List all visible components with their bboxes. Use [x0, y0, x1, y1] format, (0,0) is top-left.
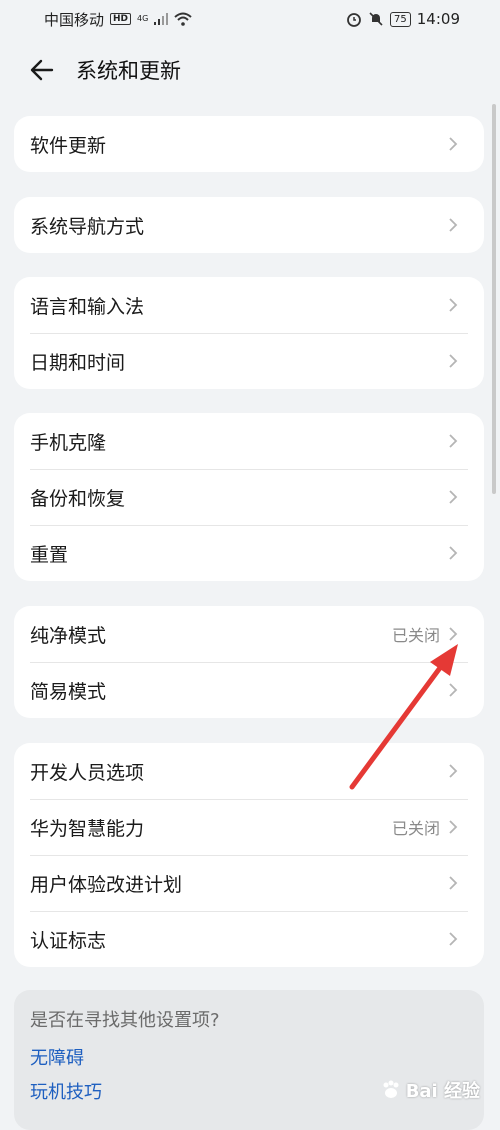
- back-arrow-icon[interactable]: [28, 56, 56, 84]
- settings-item-status: 已关闭: [391, 819, 440, 838]
- network-type: 4G: [137, 14, 149, 23]
- hd-badge: HD: [110, 13, 132, 25]
- chevron-right-icon: [449, 137, 458, 151]
- settings-item-label: 开发人员选项: [30, 761, 145, 784]
- settings-group: 软件更新: [14, 116, 484, 172]
- chevron-right-icon: [449, 354, 458, 368]
- battery-icon: 75: [390, 11, 411, 27]
- status-bar: 中国移动 HD 4G 75 14:09: [0, 0, 500, 38]
- settings-item-label: 纯净模式: [30, 624, 107, 647]
- mute-bell-icon: [369, 12, 383, 26]
- settings-item-huawei-ai[interactable]: 华为智慧能力 已关闭: [14, 799, 484, 855]
- watermark: Bai 经验: [380, 1077, 480, 1103]
- settings-item-phone-clone[interactable]: 手机克隆: [14, 413, 484, 469]
- clock: 14:09: [416, 10, 460, 28]
- chevron-right-icon: [449, 546, 458, 560]
- settings-item-pure-mode[interactable]: 纯净模式 已关闭: [14, 606, 484, 662]
- suggestion-card: 是否在寻找其他设置项? 无障碍 玩机技巧: [14, 990, 484, 1130]
- settings-group: 手机克隆 备份和恢复 重置: [14, 413, 484, 581]
- settings-item-date-time[interactable]: 日期和时间: [14, 333, 484, 389]
- settings-item-navigation[interactable]: 系统导航方式: [14, 197, 484, 253]
- settings-item-label: 备份和恢复: [30, 487, 126, 510]
- settings-item-label: 用户体验改进计划: [30, 873, 183, 896]
- scrollbar-thumb[interactable]: [492, 104, 496, 494]
- page-title: 系统和更新: [76, 59, 181, 83]
- settings-item-label: 语言和输入法: [30, 295, 145, 318]
- settings-group: 开发人员选项 华为智慧能力 已关闭 用户体验改进计划 认证标志: [14, 743, 484, 967]
- settings-item-user-experience[interactable]: 用户体验改进计划: [14, 855, 484, 911]
- chevron-right-icon: [449, 820, 458, 834]
- settings-group: 纯净模式 已关闭 简易模式: [14, 606, 484, 718]
- settings-item-label: 重置: [30, 543, 69, 566]
- settings-item-backup-restore[interactable]: 备份和恢复: [14, 469, 484, 525]
- settings-item-developer-options[interactable]: 开发人员选项: [14, 743, 484, 799]
- watermark-text: Bai 经验: [405, 1081, 480, 1102]
- suggestion-title: 是否在寻找其他设置项?: [30, 1010, 220, 1031]
- alarm-icon: [347, 13, 361, 27]
- settings-item-certification[interactable]: 认证标志: [14, 911, 484, 967]
- settings-item-label: 系统导航方式: [30, 215, 145, 238]
- chevron-right-icon: [449, 932, 458, 946]
- settings-item-label: 软件更新: [30, 134, 107, 157]
- settings-group: 语言和输入法 日期和时间: [14, 277, 484, 389]
- chevron-right-icon: [449, 683, 458, 697]
- wifi-icon: [174, 12, 192, 26]
- page-header: 系统和更新: [0, 44, 500, 96]
- chevron-right-icon: [449, 218, 458, 232]
- carrier-name: 中国移动: [44, 10, 105, 29]
- settings-item-label: 认证标志: [30, 929, 107, 952]
- chevron-right-icon: [449, 627, 458, 641]
- settings-group: 系统导航方式: [14, 197, 484, 253]
- settings-item-label: 华为智慧能力: [30, 817, 145, 840]
- settings-item-label: 简易模式: [30, 680, 107, 703]
- settings-item-language-input[interactable]: 语言和输入法: [14, 277, 484, 333]
- settings-item-label: 日期和时间: [30, 351, 126, 374]
- settings-item-status: 已关闭: [391, 626, 440, 645]
- chevron-right-icon: [449, 490, 458, 504]
- chevron-right-icon: [449, 434, 458, 448]
- settings-item-software-update[interactable]: 软件更新: [14, 116, 484, 172]
- chevron-right-icon: [449, 298, 458, 312]
- suggestion-link-accessibility[interactable]: 无障碍: [30, 1042, 468, 1076]
- signal-icon: [154, 13, 169, 25]
- chevron-right-icon: [449, 764, 458, 778]
- settings-item-reset[interactable]: 重置: [14, 525, 484, 581]
- settings-item-label: 手机克隆: [30, 431, 107, 454]
- paw-logo-icon: [383, 1080, 399, 1098]
- chevron-right-icon: [449, 876, 458, 890]
- settings-item-simple-mode[interactable]: 简易模式: [14, 662, 484, 718]
